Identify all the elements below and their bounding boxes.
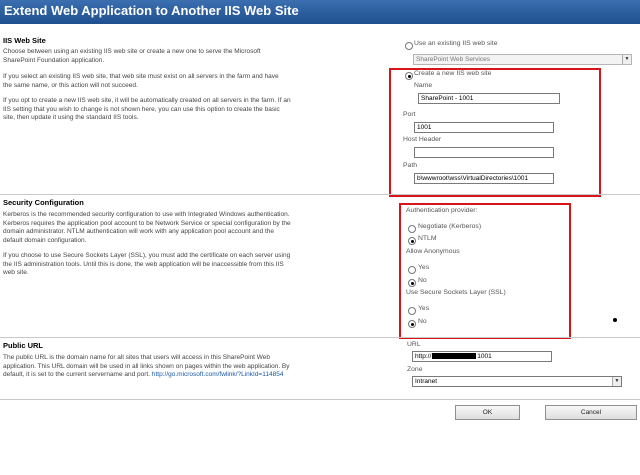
port-input[interactable]: 1001: [414, 122, 554, 133]
ok-button[interactable]: OK: [455, 405, 520, 420]
ntlm-radio[interactable]: [408, 237, 416, 245]
redaction-bar: [432, 353, 477, 360]
ssl-yes-radio[interactable]: [408, 307, 416, 315]
allow-anonymous-label: Allow Anonymous: [406, 248, 460, 255]
url-input[interactable]: http:// 1001: [412, 351, 552, 362]
divider-1: [0, 194, 640, 195]
security-desc-1: Kerberos is the recommended security con…: [3, 211, 291, 244]
iis-desc-2: If you select an existing IIS web site, …: [3, 73, 279, 89]
host-header-label: Host Header: [403, 136, 442, 143]
auth-provider-label: Authentication provider:: [406, 207, 478, 214]
host-header-input[interactable]: [414, 147, 554, 158]
url-section-title: Public URL: [3, 341, 44, 350]
zone-value: Intranet: [415, 378, 438, 385]
ssl-no-radio[interactable]: [408, 320, 416, 328]
ssl-label: Use Secure Sockets Layer (SSL): [406, 289, 506, 296]
use-existing-label: Use an existing IIS web site: [414, 40, 498, 47]
existing-site-select[interactable]: SharePoint Web Services ▼: [413, 54, 632, 65]
anonymous-no-label: No: [418, 277, 427, 284]
divider-3: [0, 399, 640, 400]
negotiate-label: Negotiate (Kerberos): [418, 223, 482, 230]
url-desc: The public URL is the domain name for al…: [3, 354, 295, 380]
divider-2: [0, 337, 640, 338]
anonymous-no-radio[interactable]: [408, 279, 416, 287]
url-label: URL: [407, 341, 421, 348]
ssl-yes-label: Yes: [418, 305, 430, 312]
mouse-cursor-dot: [613, 318, 617, 322]
iis-desc-3: If you opt to create a new IIS web site,…: [3, 97, 291, 121]
anonymous-yes-radio[interactable]: [408, 266, 416, 274]
anonymous-yes-label: Yes: [418, 264, 430, 271]
create-new-label: Create a new IIS web site: [414, 70, 492, 77]
security-section-title: Security Configuration: [3, 198, 84, 207]
chevron-down-icon: ▼: [622, 55, 631, 64]
path-input[interactable]: b\wwwroot\wss\VirtualDirectories\1001: [414, 173, 554, 184]
existing-site-value: SharePoint Web Services: [416, 56, 490, 63]
port-label: Port: [403, 111, 416, 118]
use-existing-radio[interactable]: [405, 42, 413, 50]
create-new-radio[interactable]: [405, 72, 413, 80]
iis-section-title: IIS Web Site: [3, 36, 46, 45]
zone-select[interactable]: Intranet ▼: [412, 376, 622, 387]
chevron-down-icon: ▼: [612, 377, 621, 386]
path-label: Path: [403, 162, 417, 169]
window-title: Extend Web Application to Another IIS We…: [4, 3, 299, 18]
security-desc-2: If you choose to use Secure Sockets Laye…: [3, 252, 291, 276]
url-suffix: 1001: [477, 353, 492, 360]
iis-desc-1: Choose between using an existing IIS web…: [3, 48, 261, 64]
ssl-no-label: No: [418, 318, 427, 325]
ntlm-label: NTLM: [418, 235, 437, 242]
fwlink-link[interactable]: http://go.microsoft.com/fwlink/?LinkId=1…: [152, 371, 284, 378]
zone-label: Zone: [407, 366, 423, 373]
url-prefix: http://: [415, 353, 432, 360]
name-label: Name: [414, 82, 433, 89]
name-input[interactable]: SharePoint - 1001: [418, 93, 560, 104]
window-titlebar: Extend Web Application to Another IIS We…: [0, 0, 640, 24]
cancel-button[interactable]: Cancel: [545, 405, 637, 420]
negotiate-radio[interactable]: [408, 225, 416, 233]
